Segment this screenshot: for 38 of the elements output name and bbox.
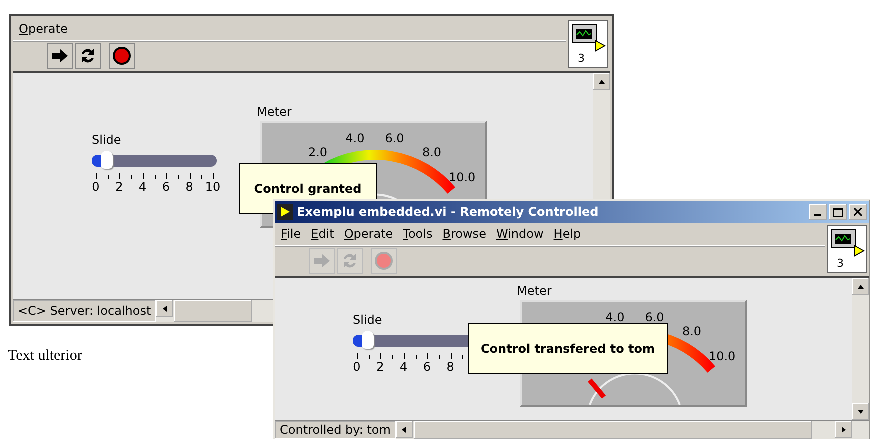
- vi-icon-number: 3: [578, 52, 585, 65]
- slide-label: Slide: [353, 313, 382, 327]
- slider-scale-label: 10: [205, 180, 221, 194]
- slider-scale-label: 4: [138, 180, 147, 194]
- slider-scale-label: 8: [186, 180, 194, 194]
- slider-scale-label: 6: [162, 180, 170, 194]
- slider-scale-label: 2: [116, 180, 124, 194]
- menu-item[interactable]: File: [281, 227, 302, 241]
- menu-item[interactable]: Tools: [403, 227, 433, 241]
- vi-icon-number: 3: [837, 257, 844, 270]
- meter-scale-label: 6.0: [645, 310, 664, 325]
- slider-scale-label: 2: [376, 360, 384, 374]
- menu-item[interactable]: Operate: [19, 22, 68, 36]
- tooltip: Control transfered to tom: [468, 323, 668, 374]
- meter-scale-label: 10.0: [448, 170, 476, 185]
- slide-label: Slide: [92, 133, 122, 147]
- meter-label: Meter: [517, 284, 552, 298]
- slider-scale-label: 8: [446, 360, 454, 374]
- menu-item[interactable]: Operate: [344, 227, 394, 241]
- menu-item[interactable]: Browse: [442, 227, 486, 241]
- meter-label: Meter: [257, 105, 292, 119]
- menu-item[interactable]: Edit: [311, 227, 334, 241]
- status-text: Controlled by: tom: [275, 421, 396, 439]
- meter-scale-label: 6.0: [385, 132, 404, 146]
- menu-item[interactable]: Help: [554, 227, 582, 241]
- meter-scale-label: 2.0: [308, 145, 328, 160]
- slider-scale-label: 0: [353, 360, 361, 374]
- slider-scale-label: 0: [92, 180, 100, 194]
- meter-scale-label: 8.0: [422, 145, 442, 160]
- status-text: <C> Server: localhost: [13, 300, 156, 322]
- meter-scale-label: 4.0: [346, 132, 365, 146]
- meter-scale-label: 4.0: [606, 310, 625, 325]
- meter-scale-label: 8.0: [682, 324, 702, 338]
- page-text: Text ulterior: [8, 348, 82, 365]
- slider-scale-label: 4: [400, 360, 408, 374]
- menu-item[interactable]: Window: [496, 227, 544, 241]
- slider-scale-label: 6: [423, 360, 431, 374]
- meter-scale-label: 10.0: [708, 350, 736, 364]
